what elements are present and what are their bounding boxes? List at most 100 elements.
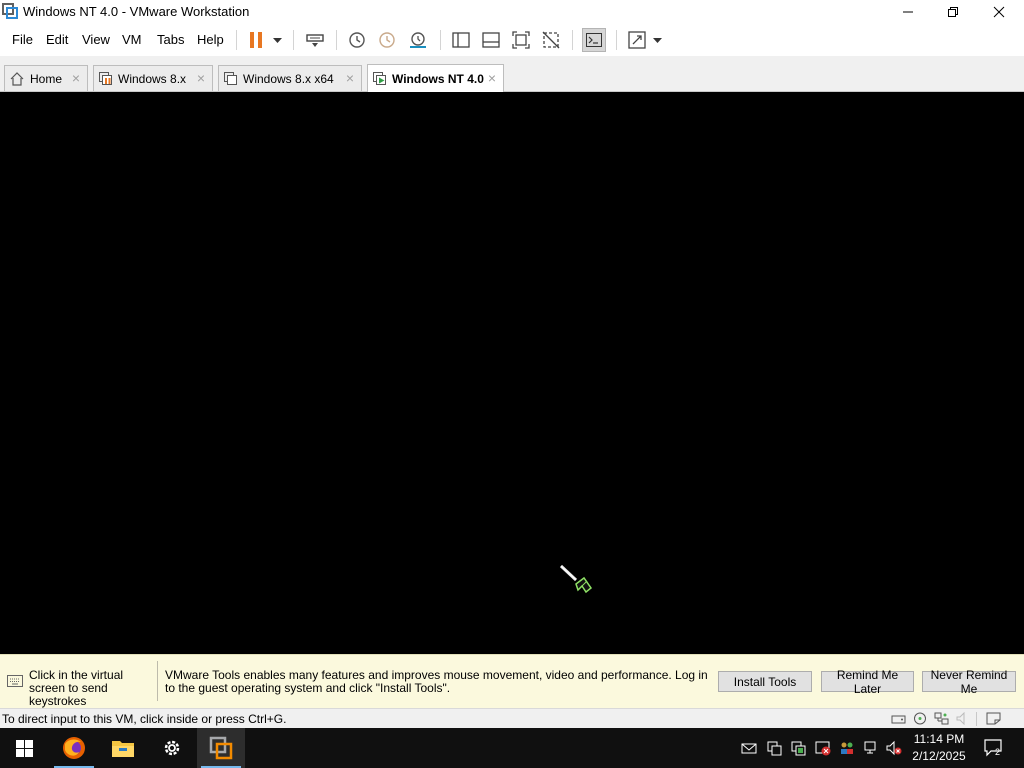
show-library-icon [452, 32, 470, 48]
snapshot-manager-icon [408, 31, 428, 49]
pause-button[interactable] [246, 28, 266, 52]
dropdown-arrow-icon [272, 37, 282, 43]
network-adapter-icon[interactable] [934, 712, 949, 725]
dropdown-arrow-icon [652, 37, 662, 43]
mail-icon[interactable] [741, 740, 757, 756]
tab-close-icon[interactable]: × [197, 71, 205, 85]
restore-icon [947, 6, 959, 18]
tab-close-icon[interactable]: × [72, 71, 80, 85]
file-explorer-icon [111, 738, 135, 758]
show-thumbnail-bar-button[interactable] [480, 28, 502, 52]
tab-windows-8x[interactable]: Windows 8.x × [93, 65, 213, 91]
stretch-guest-icon [628, 31, 646, 49]
never-remind-me-button[interactable]: Never Remind Me [922, 668, 1016, 696]
windows-taskbar: 11:14 PM 2/12/2025 2 [0, 728, 1024, 768]
toolbar-separator [572, 30, 573, 50]
notification-count-badge: 2 [995, 747, 1001, 757]
take-snapshot-button[interactable] [346, 28, 368, 52]
vmware-tools-notification: Click in the virtual screen to send keys… [0, 654, 1024, 708]
menu-help[interactable]: Help [197, 32, 224, 47]
full-screen-icon [512, 31, 530, 49]
sound-card-icon[interactable] [955, 712, 970, 725]
people-icon[interactable] [839, 740, 855, 756]
tab-windows-nt-4[interactable]: Windows NT 4.0 × [367, 64, 504, 92]
taskbar-settings[interactable] [148, 728, 196, 768]
keystroke-hint: Click in the virtual screen to send keys… [29, 668, 124, 708]
stretch-guest-button[interactable] [626, 28, 648, 52]
take-snapshot-icon [348, 31, 366, 49]
message-log-icon[interactable] [986, 712, 1001, 725]
network-icon[interactable] [863, 740, 879, 756]
menu-view[interactable]: View [82, 32, 110, 47]
clock-time: 11:14 PM [913, 732, 965, 746]
tab-home[interactable]: Home × [4, 65, 88, 91]
vm-icon[interactable] [767, 740, 783, 756]
taskbar-firefox[interactable] [50, 728, 98, 768]
tab-label: Home [30, 72, 63, 86]
send-ctrl-alt-del-button[interactable] [304, 28, 326, 52]
status-text: To direct input to this VM, click inside… [2, 712, 287, 726]
menu-vm[interactable]: VM [122, 32, 142, 47]
notification-message: VMware Tools enables many features and i… [165, 668, 708, 695]
window-title: Windows NT 4.0 - VMware Workstation [23, 4, 250, 19]
restore-button[interactable] [930, 0, 975, 24]
menu-file[interactable]: File [12, 32, 33, 47]
vm-tab-strip: Home × Windows 8.x × Windows 8.x x64 × W… [0, 58, 1024, 92]
power-dropdown-button[interactable] [269, 28, 285, 52]
menu-toolbar: File Edit View VM Tabs Help [0, 24, 1024, 56]
revert-snapshot-button[interactable] [376, 28, 398, 52]
stretch-dropdown-button[interactable] [650, 28, 664, 52]
status-separator [976, 712, 977, 726]
close-icon [993, 6, 1005, 18]
menu-edit[interactable]: Edit [46, 32, 68, 47]
show-thumbnail-bar-icon [482, 32, 500, 48]
keyboard-icon [7, 675, 23, 687]
volume-muted-icon[interactable] [886, 740, 902, 756]
vmware-logo-icon[interactable] [2, 3, 18, 19]
remind-me-later-button[interactable]: Remind Me Later [821, 668, 914, 696]
vmware-workstation-icon [209, 736, 233, 760]
start-button[interactable] [0, 728, 48, 768]
install-tools-button[interactable]: Install Tools [718, 671, 812, 692]
unity-button[interactable] [540, 28, 562, 52]
title-bar: Windows NT 4.0 - VMware Workstation [0, 0, 1024, 24]
vm-running-icon [373, 72, 387, 86]
vm-icon [224, 72, 238, 86]
toolbar-separator [440, 30, 441, 50]
snapshot-manager-button[interactable] [406, 28, 430, 52]
security-warning-icon[interactable] [815, 740, 831, 756]
vm-console-screen[interactable] [0, 92, 1024, 654]
home-icon [10, 72, 24, 86]
tab-close-icon[interactable]: × [488, 71, 496, 85]
console-view-icon [586, 33, 602, 47]
full-screen-button[interactable] [510, 28, 532, 52]
windows-start-icon [15, 739, 33, 757]
firefox-icon [62, 736, 86, 760]
cd-dvd-icon[interactable] [913, 712, 928, 725]
status-bar: To direct input to this VM, click inside… [0, 708, 1024, 728]
show-library-button[interactable] [450, 28, 472, 52]
close-button[interactable] [976, 0, 1021, 24]
minimize-button[interactable] [885, 0, 930, 24]
vm-icon[interactable] [791, 740, 807, 756]
toolbar-separator [293, 30, 294, 50]
hard-disk-icon[interactable] [891, 712, 906, 725]
unity-icon [542, 31, 560, 49]
console-view-button[interactable] [582, 28, 606, 52]
action-center-icon[interactable] [984, 739, 1004, 757]
toolbar-separator [236, 30, 237, 50]
minimize-icon [902, 6, 914, 18]
taskbar-vmware-workstation[interactable] [197, 728, 245, 768]
taskbar-file-explorer[interactable] [99, 728, 147, 768]
tab-label: Windows 8.x [118, 72, 187, 86]
vm-paused-icon [99, 72, 113, 86]
tab-label: Windows 8.x x64 [243, 72, 334, 86]
notification-divider [157, 661, 158, 701]
taskbar-clock[interactable]: 11:14 PM 2/12/2025 [906, 731, 972, 765]
tab-close-icon[interactable]: × [346, 71, 354, 85]
tab-label: Windows NT 4.0 [392, 72, 484, 86]
tab-windows-8x-x64[interactable]: Windows 8.x x64 × [218, 65, 362, 91]
menu-tabs[interactable]: Tabs [157, 32, 184, 47]
pause-icon [249, 32, 263, 48]
revert-snapshot-icon [378, 31, 396, 49]
